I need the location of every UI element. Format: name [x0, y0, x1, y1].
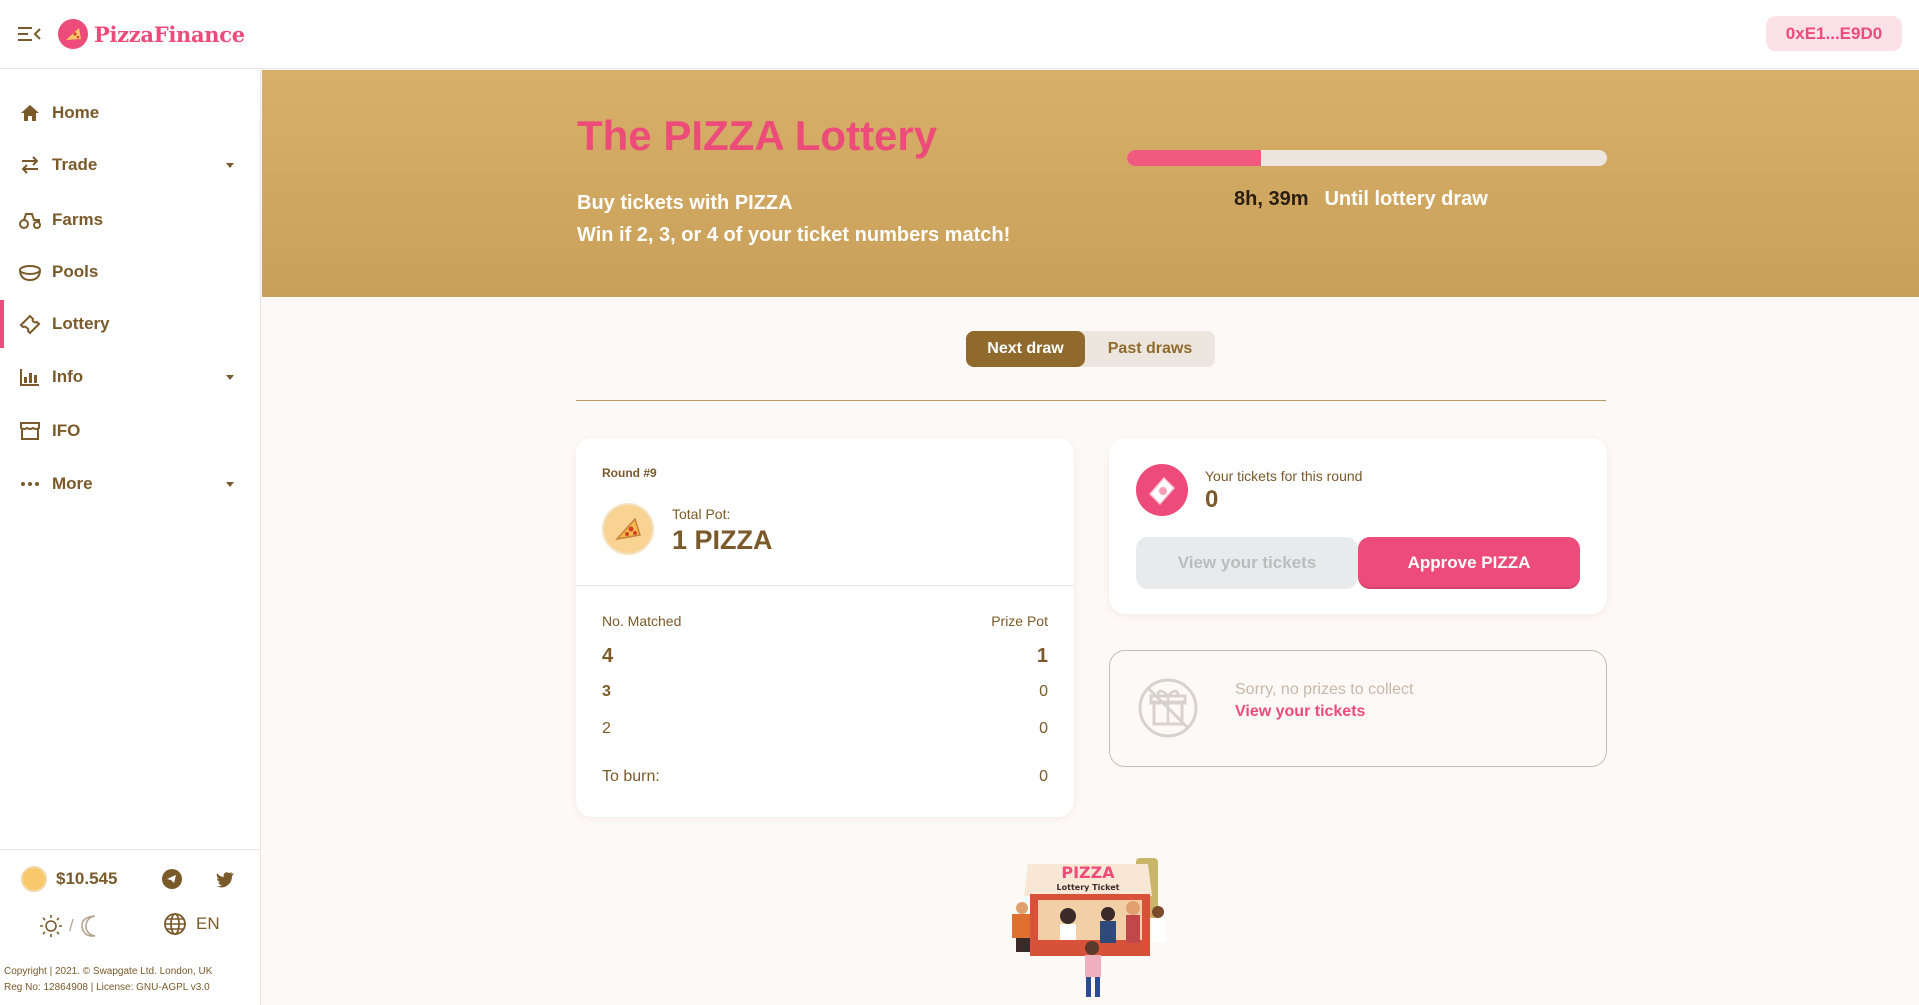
no-prizes-message: Sorry, no prizes to collect — [1235, 681, 1414, 698]
divider — [576, 400, 1606, 401]
wallet-address-button[interactable]: 0xE1...E9D0 — [1766, 16, 1902, 51]
matched-count: 2 — [602, 720, 611, 737]
matched-column-header: No. Matched — [602, 613, 682, 629]
sidebar-item-label: Farms — [52, 210, 104, 229]
page-title: The PIZZA Lottery — [577, 112, 938, 159]
sidebar-item-label: IFO — [52, 421, 81, 440]
your-tickets-card: Your tickets for this round 0 View your … — [1109, 438, 1607, 614]
prize-collect-card: Sorry, no prizes to collect View your ti… — [1109, 650, 1607, 767]
copyright-line: Copyright | 2021. © Swapgate Ltd. London… — [4, 966, 213, 977]
pizza-price-value: $10.545 — [56, 869, 118, 888]
ticket-icon — [1136, 464, 1188, 516]
theme-separator: / — [69, 916, 74, 935]
prize-value: 1 — [1036, 645, 1048, 667]
hero-subtitle: Buy tickets with PIZZA — [577, 192, 793, 214]
lottery-hero: The PIZZA Lottery Buy tickets with PIZZA… — [262, 70, 1919, 297]
illustration-sign-subtitle: Lottery Ticket — [1057, 883, 1120, 892]
sun-icon[interactable] — [39, 914, 63, 938]
ticket-icon — [18, 312, 42, 336]
matched-count: 3 — [602, 683, 611, 700]
home-icon — [18, 101, 42, 125]
language-selector[interactable]: EN — [163, 912, 220, 936]
sidebar-item-home[interactable]: Home — [0, 89, 260, 137]
sidebar-item-trade[interactable]: Trade — [0, 141, 260, 189]
draw-progress-bar — [1127, 150, 1607, 166]
burn-value: 0 — [1039, 768, 1048, 785]
menu-collapse-icon[interactable] — [18, 24, 42, 44]
prize-column-header: Prize Pot — [991, 613, 1048, 629]
chart-icon — [18, 365, 42, 389]
brand-logo[interactable]: PizzaFinance — [58, 18, 245, 50]
language-label: EN — [196, 914, 220, 933]
view-tickets-link[interactable]: View your tickets — [1235, 703, 1365, 721]
countdown-time: 8h, 39m — [1234, 188, 1309, 210]
countdown-label: Until lottery draw — [1324, 188, 1488, 210]
total-pot-card: Round #9 Total Pot: 1 PIZZA No. Matched … — [576, 438, 1074, 817]
gift-off-icon — [1138, 678, 1198, 738]
total-pot-value: 1 PIZZA — [672, 525, 773, 555]
approve-pizza-button[interactable]: Approve PIZZA — [1358, 537, 1580, 589]
draw-progress-fill — [1127, 150, 1262, 166]
sidebar-item-label: Pools — [52, 262, 99, 281]
tickets-label: Your tickets for this round — [1205, 468, 1363, 484]
brand-name: PizzaFinance — [94, 21, 245, 47]
divider — [576, 585, 1074, 586]
sidebar-item-info[interactable]: Info — [0, 353, 260, 401]
view-tickets-button[interactable]: View your tickets — [1136, 537, 1358, 589]
sidebar-item-more[interactable]: More — [0, 460, 260, 508]
tab-past-draws[interactable]: Past draws — [1085, 331, 1215, 367]
moon-icon[interactable] — [80, 914, 102, 938]
more-icon — [18, 472, 42, 496]
sidebar-item-lottery[interactable]: Lottery — [0, 300, 260, 348]
sidebar-item-label: Trade — [52, 155, 98, 174]
tractor-icon — [18, 208, 42, 232]
pizza-price[interactable]: $10.545 — [21, 866, 117, 892]
sidebar-item-label: Info — [52, 367, 84, 386]
burn-label: To burn: — [602, 768, 660, 785]
copyright: Copyright | 2021. © Swapgate Ltd. London… — [4, 964, 258, 996]
swap-icon — [18, 153, 42, 177]
hero-subtitle: Win if 2, 3, or 4 of your ticket numbers… — [577, 224, 1011, 246]
pizza-coin-icon — [602, 503, 654, 555]
sidebar: Home Trade Farms Pools Lottery Info IFO … — [0, 69, 261, 1005]
sidebar-item-label: Lottery — [52, 314, 110, 333]
top-bar: PizzaFinance 0xE1...E9D0 — [0, 0, 1919, 69]
twitter-icon[interactable] — [215, 870, 235, 888]
prize-value: 0 — [1039, 720, 1048, 737]
prize-value: 0 — [1039, 683, 1048, 700]
matched-count: 4 — [602, 645, 614, 667]
sidebar-item-label: More — [52, 474, 93, 493]
chevron-down-icon — [226, 162, 234, 168]
globe-icon — [164, 913, 186, 935]
draw-countdown: 8h, 39m Until lottery draw — [1234, 188, 1488, 211]
sidebar-item-farms[interactable]: Farms — [0, 196, 260, 244]
round-number: Round #9 — [602, 466, 657, 480]
store-icon — [18, 419, 42, 443]
pizza-coin-icon — [21, 866, 47, 892]
pizza-logo-icon — [58, 19, 88, 49]
tab-next-draw[interactable]: Next draw — [966, 331, 1085, 367]
sidebar-item-pools[interactable]: Pools — [0, 248, 260, 296]
chevron-down-icon — [226, 481, 234, 487]
sidebar-footer: $10.545 / EN Copyright | 2021. © Swapgat… — [0, 849, 260, 1005]
telegram-icon[interactable] — [162, 869, 182, 889]
bowl-icon — [18, 260, 42, 284]
theme-toggle[interactable]: / — [39, 914, 102, 938]
chevron-down-icon — [226, 374, 234, 380]
sidebar-item-label: Home — [52, 103, 100, 122]
license-line: Reg No: 12864908 | License: GNU-AGPL v3.… — [4, 982, 210, 993]
total-pot-label: Total Pot: — [672, 506, 731, 522]
tickets-count: 0 — [1205, 486, 1219, 513]
draw-tabs: Next draw Past draws — [966, 331, 1215, 367]
lottery-stand-illustration: PIZZA Lottery Ticket — [1012, 858, 1166, 997]
illustration-sign-title: PIZZA — [1061, 863, 1115, 882]
sidebar-item-ifo[interactable]: IFO — [0, 407, 260, 455]
